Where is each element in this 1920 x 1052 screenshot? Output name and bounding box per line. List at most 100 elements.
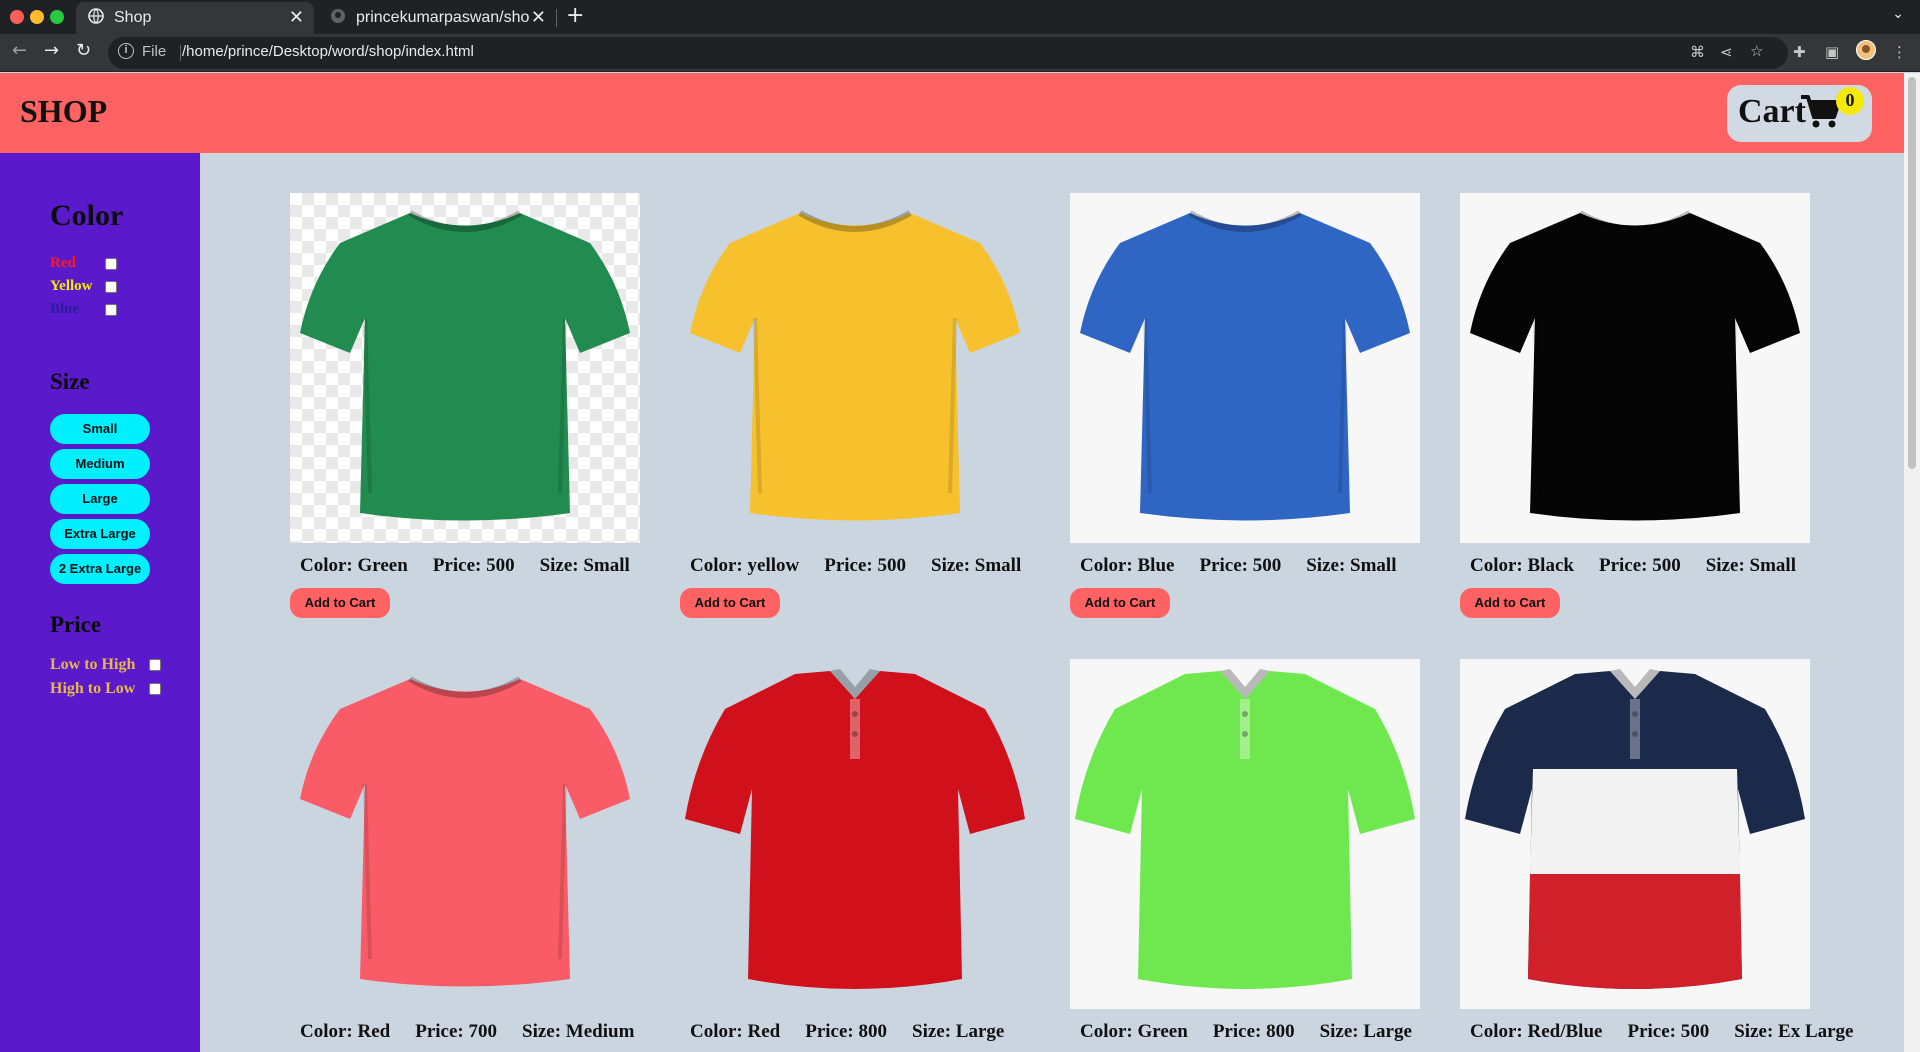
product-price: Price: 500 <box>1627 1021 1710 1042</box>
product-image <box>1070 659 1420 1009</box>
add-to-cart-button[interactable]: Add to Cart <box>290 588 390 618</box>
product-color: Color: yellow <box>690 555 800 576</box>
product-info: Color: Green Price: 500 Size: Small <box>300 555 650 577</box>
translate-icon[interactable]: ⌘ <box>1690 43 1705 61</box>
product-info: Color: Red/Blue Price: 500 Size: Ex Larg… <box>1470 1021 1854 1043</box>
product-info: Color: yellow Price: 500 Size: Small <box>690 555 1040 577</box>
add-to-cart-button[interactable]: Add to Cart <box>1460 588 1560 618</box>
tab-search-chevron-icon[interactable]: ⌄ <box>1892 6 1904 22</box>
color-option-checkbox[interactable] <box>105 258 117 270</box>
browser-tab-bar: Shop ✕ princekumarpaswan/sho ✕ + ⌄ <box>0 0 1920 34</box>
color-option-label: Yellow <box>50 278 93 294</box>
product-info: Color: Blue Price: 500 Size: Small <box>1080 555 1430 577</box>
product-price: Price: 800 <box>1212 1021 1295 1042</box>
product-color: Color: Red <box>690 1021 781 1042</box>
product-info: Color: Black Price: 500 Size: Small <box>1470 555 1820 577</box>
tab-title: princekumarpaswan/sho <box>356 9 530 26</box>
scrollbar-thumb[interactable] <box>1908 77 1916 469</box>
product-price: Price: 500 <box>1598 555 1681 576</box>
browser-toolbar: ← → ↻ i File /home/prince/Desktop/word/s… <box>0 34 1920 72</box>
close-tab-icon[interactable]: ✕ <box>289 7 304 28</box>
product-color: Color: Red <box>300 1021 391 1042</box>
product-color: Color: Green <box>300 555 408 576</box>
product-size: Size: Small <box>1306 555 1397 576</box>
tab-title: Shop <box>114 9 152 26</box>
filter-sidebar: Color Red Yellow Blue Size Small Medium La… <box>0 153 200 1052</box>
size-filter-title: Size <box>50 369 90 394</box>
color-option-label: Red <box>50 255 76 271</box>
tab-separator <box>556 9 557 27</box>
price-sort-checkbox[interactable] <box>149 659 161 671</box>
product-price: Price: 800 <box>805 1021 887 1042</box>
price-sort-label: Low to High <box>50 656 136 673</box>
new-tab-icon[interactable]: + <box>566 3 584 28</box>
color-option-checkbox[interactable] <box>105 281 117 293</box>
browser-tab-github[interactable]: princekumarpaswan/sho ✕ <box>318 2 556 34</box>
forward-arrow-icon[interactable]: → <box>44 40 59 61</box>
color-option-label: Blue <box>50 301 80 317</box>
shopping-cart-icon <box>1801 95 1841 134</box>
product-price: Price: 500 <box>432 555 515 576</box>
product-image <box>680 193 1030 543</box>
page-scrollbar[interactable] <box>1904 73 1920 1052</box>
size-filter-button[interactable]: Medium <box>50 449 150 479</box>
browser-tab-shop[interactable]: Shop ✕ <box>76 2 314 34</box>
product-size: Size: Large <box>1319 1021 1412 1042</box>
shop-logo: SHOP <box>20 93 108 129</box>
product-price: Price: 700 <box>415 1021 497 1042</box>
product-color: Color: Blue <box>1080 555 1175 576</box>
product-info: Color: Red Price: 800 Size: Large <box>690 1021 1040 1043</box>
product-image <box>680 659 1030 1009</box>
bookmark-star-icon[interactable]: ☆ <box>1750 42 1763 60</box>
product-info: Color: Red Price: 700 Size: Medium <box>300 1021 650 1043</box>
close-window-button[interactable] <box>10 10 24 24</box>
profile-avatar-icon[interactable] <box>1856 40 1876 64</box>
address-bar[interactable]: i File /home/prince/Desktop/word/shop/in… <box>108 37 1788 69</box>
product-image <box>1070 193 1420 543</box>
size-filter-button[interactable]: Large <box>50 484 150 514</box>
product-price: Price: 500 <box>824 555 906 576</box>
product-size: Size: Small <box>1705 555 1796 576</box>
cart-count-badge: 0 <box>1836 87 1864 115</box>
github-icon <box>330 8 346 29</box>
product-color: Color: Black <box>1470 555 1574 576</box>
product-image <box>290 193 640 543</box>
web-page: SHOP Cart 0 Color Red Yellow Blue Size S… <box>0 73 1904 1052</box>
product-image <box>1460 193 1810 543</box>
info-icon[interactable]: i <box>118 43 134 59</box>
add-to-cart-button[interactable]: Add to Cart <box>680 588 780 618</box>
cart-button[interactable]: Cart 0 <box>1727 85 1872 142</box>
price-filter-title: Price <box>50 612 102 637</box>
address-scheme-label: File <box>142 43 167 60</box>
product-color: Color: Red/Blue <box>1470 1021 1603 1042</box>
product-image <box>1460 659 1810 1009</box>
reload-icon[interactable]: ↻ <box>76 40 91 61</box>
product-size: Size: Large <box>912 1021 1005 1042</box>
maximize-window-button[interactable] <box>50 10 64 24</box>
size-filter-button[interactable]: Small <box>50 414 150 444</box>
extensions-puzzle-icon[interactable]: ✚ <box>1793 43 1806 61</box>
side-panel-icon[interactable]: ▣ <box>1825 43 1839 61</box>
share-icon[interactable]: ⋖ <box>1720 43 1733 61</box>
product-size: Size: Small <box>931 555 1022 576</box>
back-arrow-icon[interactable]: ← <box>12 40 27 61</box>
cart-label: Cart <box>1738 93 1806 130</box>
product-image <box>290 659 640 1009</box>
shop-header: SHOP Cart 0 <box>0 73 1904 153</box>
color-option-checkbox[interactable] <box>105 304 117 316</box>
price-sort-checkbox[interactable] <box>149 683 161 695</box>
product-info: Color: Green Price: 800 Size: Large <box>1080 1021 1430 1043</box>
price-sort-label: High to Low <box>50 680 136 697</box>
product-size: Size: Medium <box>522 1021 635 1042</box>
product-color: Color: Green <box>1080 1021 1188 1042</box>
size-filter-button[interactable]: 2 Extra Large <box>50 554 150 584</box>
color-filter-title: Color <box>50 199 124 232</box>
minimize-window-button[interactable] <box>30 10 44 24</box>
product-size: Size: Small <box>539 555 630 576</box>
size-filter-button[interactable]: Extra Large <box>50 519 150 549</box>
browser-menu-icon[interactable]: ⋮ <box>1892 43 1907 61</box>
address-url[interactable]: /home/prince/Desktop/word/shop/index.htm… <box>182 43 474 60</box>
globe-icon <box>88 7 104 29</box>
add-to-cart-button[interactable]: Add to Cart <box>1070 588 1170 618</box>
close-tab-icon[interactable]: ✕ <box>531 7 546 28</box>
